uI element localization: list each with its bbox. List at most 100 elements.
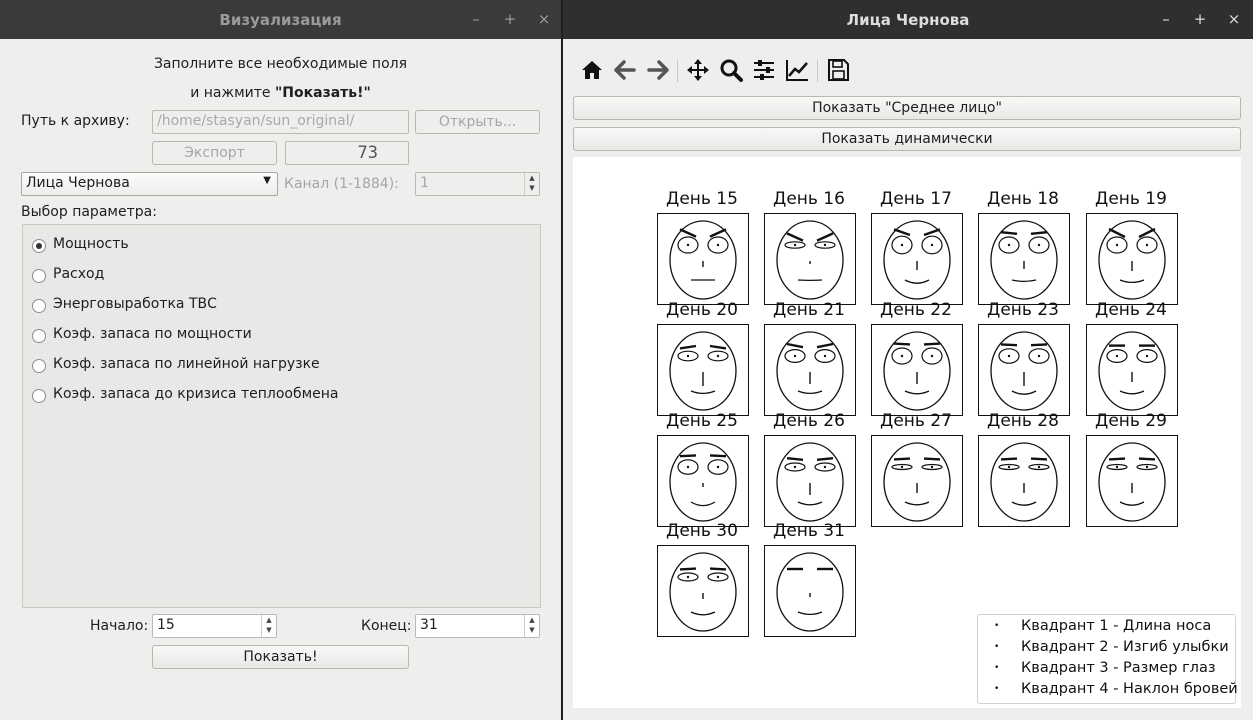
title-bar[interactable]: Визуализация – + × <box>0 0 561 39</box>
face-title: День 15 <box>666 189 738 209</box>
mouth <box>904 501 930 506</box>
pupil <box>716 575 720 579</box>
face-title: День 17 <box>880 189 952 209</box>
plot-canvas[interactable]: День 15 День 16 День 17 День 18 День 19 День … <box>573 157 1241 708</box>
close-button[interactable]: × <box>1225 10 1243 28</box>
face-outline <box>669 552 737 632</box>
face-title: День 24 <box>1095 300 1167 320</box>
chernoff-face <box>764 545 856 637</box>
pupil <box>686 465 690 469</box>
spin-arrows-icon[interactable]: ▲ ▼ <box>524 615 539 637</box>
eyebrow <box>709 567 727 571</box>
minimize-button[interactable]: – <box>467 10 485 28</box>
archive-label: Путь к архиву: <box>21 113 130 129</box>
radio-button[interactable] <box>32 269 46 283</box>
chernoff-face <box>978 435 1070 527</box>
face-outline <box>1098 220 1166 300</box>
legend: • Квадрант 1 - Длина носа • Квадрант 2 - Из… <box>977 614 1238 704</box>
eyebrow <box>786 457 804 461</box>
zoom-icon[interactable] <box>718 57 746 83</box>
eyebrow <box>1000 457 1018 461</box>
eyebrow <box>893 228 911 237</box>
back-icon[interactable] <box>612 57 640 83</box>
face-outline <box>776 552 844 632</box>
show-mean-face-button[interactable]: Показать "Среднее лицо" <box>573 96 1241 120</box>
face-outline <box>990 442 1058 522</box>
radio-button[interactable] <box>32 359 46 373</box>
start-spinbox[interactable]: 15 ▲ ▼ <box>152 614 277 638</box>
radio-button[interactable] <box>32 389 46 403</box>
home-icon[interactable] <box>579 57 607 83</box>
chevron-down-icon: ▼ <box>263 175 271 186</box>
chernoff-face <box>978 324 1070 416</box>
param-option-label: Коэф. запаса по линейной нагрузке <box>53 356 320 372</box>
chernoff-face <box>1086 435 1178 527</box>
param-option-label: Мощность <box>53 236 129 252</box>
end-spinbox[interactable]: 31 ▲ ▼ <box>415 614 540 638</box>
chernoff-face <box>978 213 1070 305</box>
pupil <box>716 354 720 358</box>
eyebrow <box>1000 343 1018 347</box>
legend-marker: • <box>994 684 1000 694</box>
face-title: День 23 <box>987 300 1059 320</box>
minimize-button[interactable]: – <box>1157 10 1175 28</box>
pupil <box>930 354 934 358</box>
face-outline <box>1098 331 1166 411</box>
eyebrow <box>923 342 941 346</box>
export-button[interactable]: Экспорт <box>152 141 277 165</box>
configure-subplots-icon[interactable] <box>751 57 779 83</box>
chernoff-face <box>764 435 856 527</box>
eyebrow <box>709 228 727 238</box>
face-title: День 28 <box>987 411 1059 431</box>
radio-button[interactable] <box>32 239 46 253</box>
face-outline <box>776 331 844 411</box>
title-bar[interactable]: Лица Чернова – + × <box>563 0 1253 39</box>
eyebrow <box>923 457 941 461</box>
maximize-button[interactable]: + <box>1191 10 1209 28</box>
pupil <box>686 354 690 358</box>
radio-button[interactable] <box>32 299 46 313</box>
channel-spinbox[interactable]: 1 ▲ ▼ <box>415 172 540 196</box>
spin-arrows-icon[interactable]: ▲ ▼ <box>261 615 276 637</box>
pupil <box>1115 465 1119 469</box>
pupil <box>1145 243 1149 247</box>
face-title: День 19 <box>1095 189 1167 209</box>
pupil <box>1145 465 1149 469</box>
show-button[interactable]: Показать! <box>152 645 409 669</box>
chernoff-face <box>657 324 749 416</box>
show-dynamic-button[interactable]: Показать динамически <box>573 127 1241 151</box>
pupil <box>900 354 904 358</box>
method-select[interactable]: Лица Чернова ▼ <box>21 172 278 196</box>
eyebrow <box>1108 457 1126 461</box>
eyebrow <box>1138 227 1156 239</box>
pupil <box>930 465 934 469</box>
forward-icon[interactable] <box>645 57 673 83</box>
maximize-button[interactable]: + <box>501 10 519 28</box>
face-title: День 26 <box>773 411 845 431</box>
pupil <box>1037 243 1041 247</box>
save-icon[interactable] <box>825 57 853 83</box>
edit-axis-icon[interactable] <box>784 57 812 83</box>
radio-button[interactable] <box>32 329 46 343</box>
eyebrow <box>1030 231 1048 235</box>
visualization-window: Визуализация – + × Заполните все необход… <box>0 0 561 720</box>
instructions-prefix: и нажмите <box>190 85 275 101</box>
pupil <box>793 354 797 358</box>
mouth <box>1011 501 1037 506</box>
face-title: День 16 <box>773 189 845 209</box>
eyebrow <box>1138 457 1156 461</box>
face-outline <box>883 220 951 300</box>
pan-icon[interactable] <box>685 57 713 83</box>
archive-path-field[interactable]: /home/stasyan/sun_original/ <box>152 110 409 134</box>
eyebrow <box>786 342 804 349</box>
face-outline <box>990 331 1058 411</box>
mouth <box>1011 390 1037 395</box>
chernoff-face <box>657 213 749 305</box>
param-option-label: Коэф. запаса по мощности <box>53 326 252 342</box>
close-button[interactable]: × <box>535 10 553 28</box>
open-button[interactable]: Открыть... <box>415 110 540 134</box>
pupil <box>716 243 720 247</box>
spin-arrows-icon[interactable]: ▲ ▼ <box>524 173 539 195</box>
param-group: Мощность Расход Энерговыработка ТВС Коэф. з… <box>22 224 541 608</box>
eyebrow <box>1000 231 1018 235</box>
